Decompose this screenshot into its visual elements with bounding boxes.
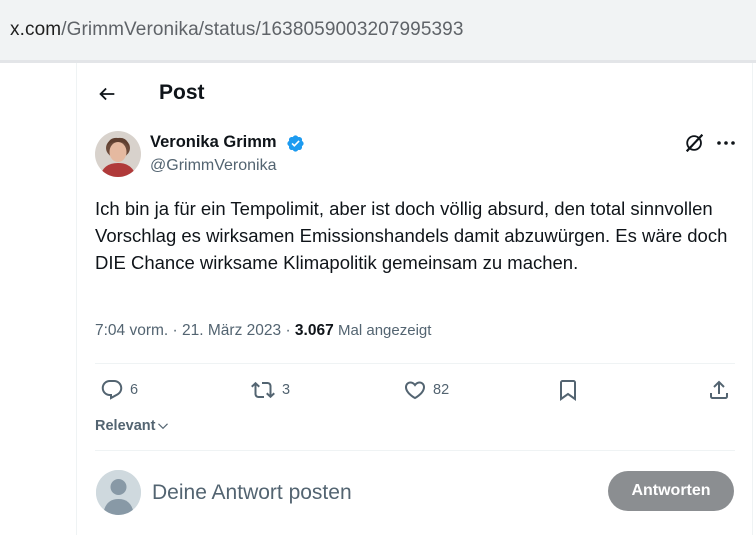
user-avatar[interactable] [96, 470, 141, 515]
tweet-meta: 7:04 vorm. · 21. März 2023 · 3.067 Mal a… [95, 322, 431, 340]
divider [95, 363, 735, 364]
views-label: Mal angezeigt [338, 322, 432, 339]
repost-count: 3 [282, 382, 291, 398]
bookmark-button[interactable] [556, 378, 580, 402]
divider-2 [95, 450, 735, 451]
chevron-down-icon [158, 423, 169, 430]
like-count: 82 [433, 382, 450, 398]
share-button[interactable] [707, 378, 731, 402]
repost-icon [251, 381, 275, 399]
back-button[interactable] [92, 80, 122, 108]
grok-button[interactable] [684, 132, 706, 154]
meta-separator: · [172, 322, 178, 339]
more-options-button[interactable] [714, 132, 738, 154]
page-title: Post [159, 81, 205, 104]
address-bar-divider [0, 60, 756, 63]
url-path: /GrimmVeronika/status/163805900320799539… [61, 19, 464, 40]
column-border-left [76, 63, 77, 535]
author-name[interactable]: Veronika Grimm [150, 133, 277, 152]
verified-badge-icon [287, 135, 304, 152]
grok-icon [686, 134, 704, 152]
url-host: x.com [10, 19, 62, 40]
bookmark-icon [560, 380, 576, 401]
tweet-date[interactable]: 21. März 2023 [182, 322, 281, 339]
views-count: 3.067 [294, 322, 334, 339]
sort-label: Relevant [95, 418, 156, 434]
default-avatar-icon [96, 470, 141, 515]
reply-count: 6 [130, 382, 139, 398]
heart-icon [404, 381, 426, 400]
reply-icon [101, 380, 123, 400]
url-text[interactable]: x.com/GrimmVeronika/status/1638059003207… [10, 19, 464, 41]
reply-input[interactable] [152, 479, 592, 507]
reply-submit-button[interactable]: Antworten [608, 471, 734, 511]
more-horizontal-icon [717, 141, 735, 145]
author-handle[interactable]: @GrimmVeronika [150, 157, 277, 175]
address-bar[interactable]: x.com/GrimmVeronika/status/1638059003207… [0, 0, 756, 60]
arrow-left-icon [99, 87, 115, 101]
like-button[interactable]: 82 [403, 378, 449, 402]
column-border-right [752, 63, 753, 535]
meta-separator-2: · [285, 322, 291, 339]
sort-selector[interactable]: Relevant [95, 418, 170, 434]
tweet-text: Ich bin ja für ein Tempolimit, aber ist … [95, 198, 728, 273]
author-avatar[interactable] [95, 131, 141, 177]
share-icon [710, 380, 728, 399]
tweet-time[interactable]: 7:04 vorm. [95, 322, 168, 339]
repost-button[interactable]: 3 [250, 378, 290, 402]
reply-button[interactable]: 6 [100, 378, 138, 402]
